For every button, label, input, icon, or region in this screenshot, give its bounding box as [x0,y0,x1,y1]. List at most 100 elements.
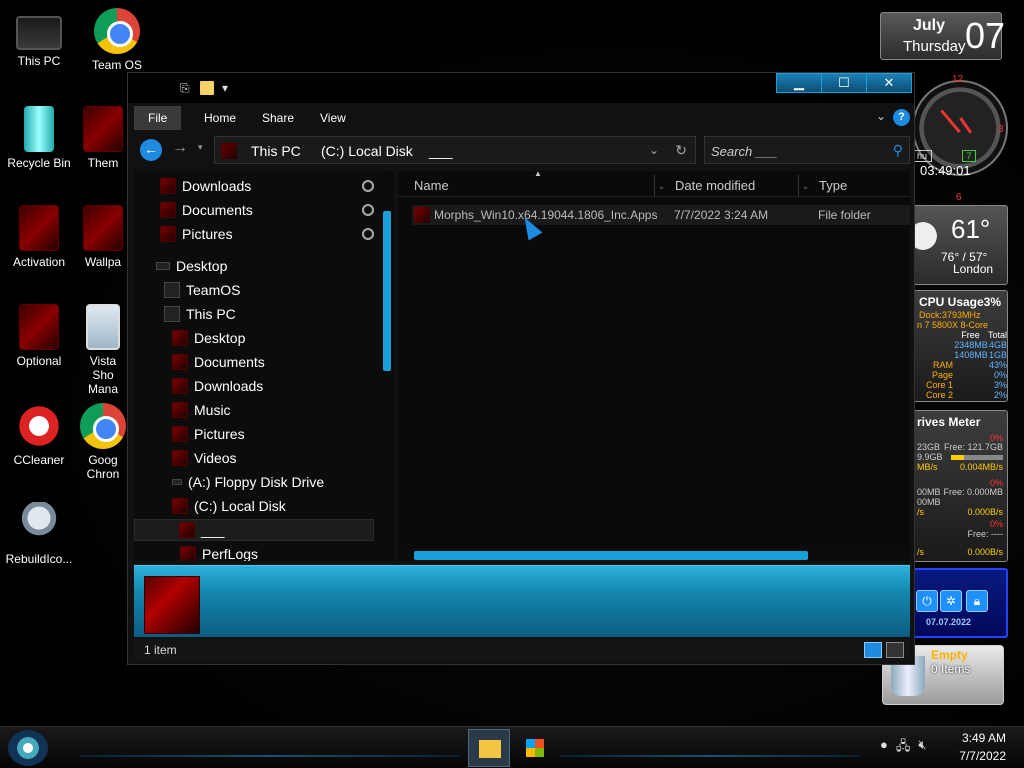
cpu-stats-header: Free Total [961,330,1007,340]
customize-toolbar-icon[interactable]: ▾ [222,81,234,95]
nav-item-teamos[interactable]: TeamOS [164,279,240,301]
navigation-bar: ← → ▾ This PC (C:) Local Disk ___ ⌄ ↻ ⚲ [134,134,910,166]
nav-item-documents[interactable]: Documents [160,199,253,221]
red-box-icon [19,304,59,350]
breadcrumb-folder[interactable]: ___ [429,143,452,159]
nav-item-this-pc[interactable]: This PC [164,303,236,325]
weekday-text: Thursday [903,38,966,55]
search-box[interactable]: ⚲ [704,136,910,164]
taskbar-file-explorer[interactable] [468,729,510,767]
nav-item-perflogs[interactable]: PerfLogs [180,543,258,561]
scrollbar-thumb[interactable] [383,211,391,371]
back-button[interactable]: ← [140,139,162,161]
tab-file[interactable]: File [134,106,182,130]
close-button[interactable]: ✕ [867,74,911,92]
nav-item-downloads[interactable]: Downloads [160,175,251,197]
nav-item-music[interactable]: Music [172,399,231,421]
nav-item-current-folder[interactable]: ___ [134,519,374,541]
start-button[interactable] [8,730,48,766]
nav-item-pictures-pc[interactable]: Pictures [172,423,245,445]
activation-icon[interactable]: Activation [0,205,78,270]
desktop: This PC Team OS Recycle Bin Them Activat… [0,0,1024,768]
recent-locations-icon[interactable]: ▾ [198,142,203,153]
themes-icon[interactable]: Them [78,106,128,171]
navigation-scrollbar[interactable] [380,171,394,561]
search-icon[interactable]: ⚲ [893,142,903,159]
wallpapers-icon[interactable]: Wallpa [78,205,128,270]
floppy-drive-icon [172,479,182,485]
file-row[interactable]: Morphs_Win10.x64.19044.1806_Inc.Apps ...… [412,205,910,225]
forward-button[interactable]: → [172,139,188,157]
recycle-status: Empty [931,648,968,662]
lock-button[interactable]: 🔒︎ [966,590,988,612]
cpu-meter-gadget: CPU Usage 3% Dock:3793MHz n 7 5800X 8-Co… [912,290,1008,402]
horizontal-scrollbar[interactable] [398,549,910,561]
properties-icon[interactable]: ⎘ [180,81,192,95]
network-icon[interactable]: 🖧︎ [896,737,911,759]
address-bar[interactable]: This PC (C:) Local Disk ___ ⌄ ↻ [214,136,696,164]
vista-shortcut-manager-icon[interactable]: Vista Sho Mana [78,304,128,396]
large-icons-view-icon[interactable] [886,642,904,658]
column-type[interactable]: Type [819,178,847,193]
chrome-icon [80,403,126,449]
this-pc-icon[interactable]: This PC [0,8,78,69]
nav-item-videos[interactable]: Videos [172,447,237,469]
tab-home[interactable]: Home [190,106,250,130]
nav-item-local-disk[interactable]: (C:) Local Disk [172,495,286,517]
file-date: 7/7/2022 3:24 AM [674,208,769,222]
taskbar-store[interactable] [514,729,556,767]
new-folder-icon[interactable] [200,81,214,95]
ccleaner-icon[interactable]: CCleaner [0,403,78,468]
volume-muted-icon[interactable]: 🔇︎ [918,737,926,759]
collapse-ribbon-icon[interactable]: ⌄ [876,109,886,123]
nav-item-desktop-root[interactable]: Desktop [156,255,227,277]
column-dropdown-icon[interactable]: ⌄ [654,175,668,197]
tab-view[interactable]: View [306,106,360,130]
chrome-icon [94,8,140,54]
nav-item-pictures[interactable]: Pictures [160,223,233,245]
team-os-icon[interactable]: Team OS [78,8,156,73]
recycle-bin-label: Recycle Bin [7,156,71,170]
nav-item-downloads-pc[interactable]: Downloads [172,375,263,397]
maximize-button[interactable]: ☐ [822,74,867,92]
google-chrome-icon[interactable]: Goog Chron [78,403,128,481]
power-button[interactable]: ⏻ [916,590,938,612]
taskbar-clock[interactable]: 3:49 AM 7/7/2022 [959,729,1006,765]
rebuild-icons-icon[interactable]: RebuildIco... [0,502,78,567]
column-date-modified[interactable]: Date modified [675,178,755,193]
folder-preview-icon [144,576,200,634]
breadcrumb-local-disk[interactable]: (C:) Local Disk [321,143,413,159]
nav-item-floppy[interactable]: (A:) Floppy Disk Drive [172,471,324,493]
minimize-button[interactable]: ▁ [777,74,822,92]
tab-share[interactable]: Share [248,106,308,130]
title-bar[interactable]: ⎘ ▾ ▁ ☐ ✕ [128,73,914,103]
column-name[interactable]: Name [414,178,449,193]
details-view-icon[interactable] [864,642,882,658]
nav-item-desktop[interactable]: Desktop [172,327,245,349]
pin-icon[interactable] [362,204,374,216]
breadcrumb-this-pc[interactable]: This PC [251,143,301,159]
recycle-bin-icon[interactable]: Recycle Bin [0,106,78,171]
refresh-icon[interactable]: ↻ [675,142,687,159]
sort-up-icon: ▲ [534,169,542,178]
help-icon[interactable]: ? [893,109,910,126]
cpu-stat-row: 2348MB 4GB [954,340,1007,350]
details-pane [134,565,910,637]
scrollbar-thumb[interactable] [414,551,808,560]
folder-icon [172,330,188,346]
ccleaner-logo-icon [16,403,62,449]
pin-icon[interactable] [362,228,374,240]
search-input[interactable] [711,142,881,160]
launcher-gadget: ⏻ ✲ 🔒︎ 07.07.2022 [912,568,1008,638]
nav-item-documents-pc[interactable]: Documents [172,351,265,373]
drive2-free: Free: 0.000MB [943,487,1003,497]
pin-icon[interactable] [362,180,374,192]
weather-gadget: 61° 76° / 57° London [912,205,1008,285]
address-dropdown-icon[interactable]: ⌄ [649,143,659,157]
optional-icon[interactable]: Optional [0,304,78,369]
cpu-stat-row: Page 0% [931,370,1007,380]
column-dropdown-icon[interactable]: ⌄ [798,175,812,197]
settings-button[interactable]: ✲ [940,590,962,612]
tray-app-icon[interactable]: ● [880,737,888,759]
analog-clock-gadget: 12 3 6 hu 7 03:49:01 [912,74,1012,203]
